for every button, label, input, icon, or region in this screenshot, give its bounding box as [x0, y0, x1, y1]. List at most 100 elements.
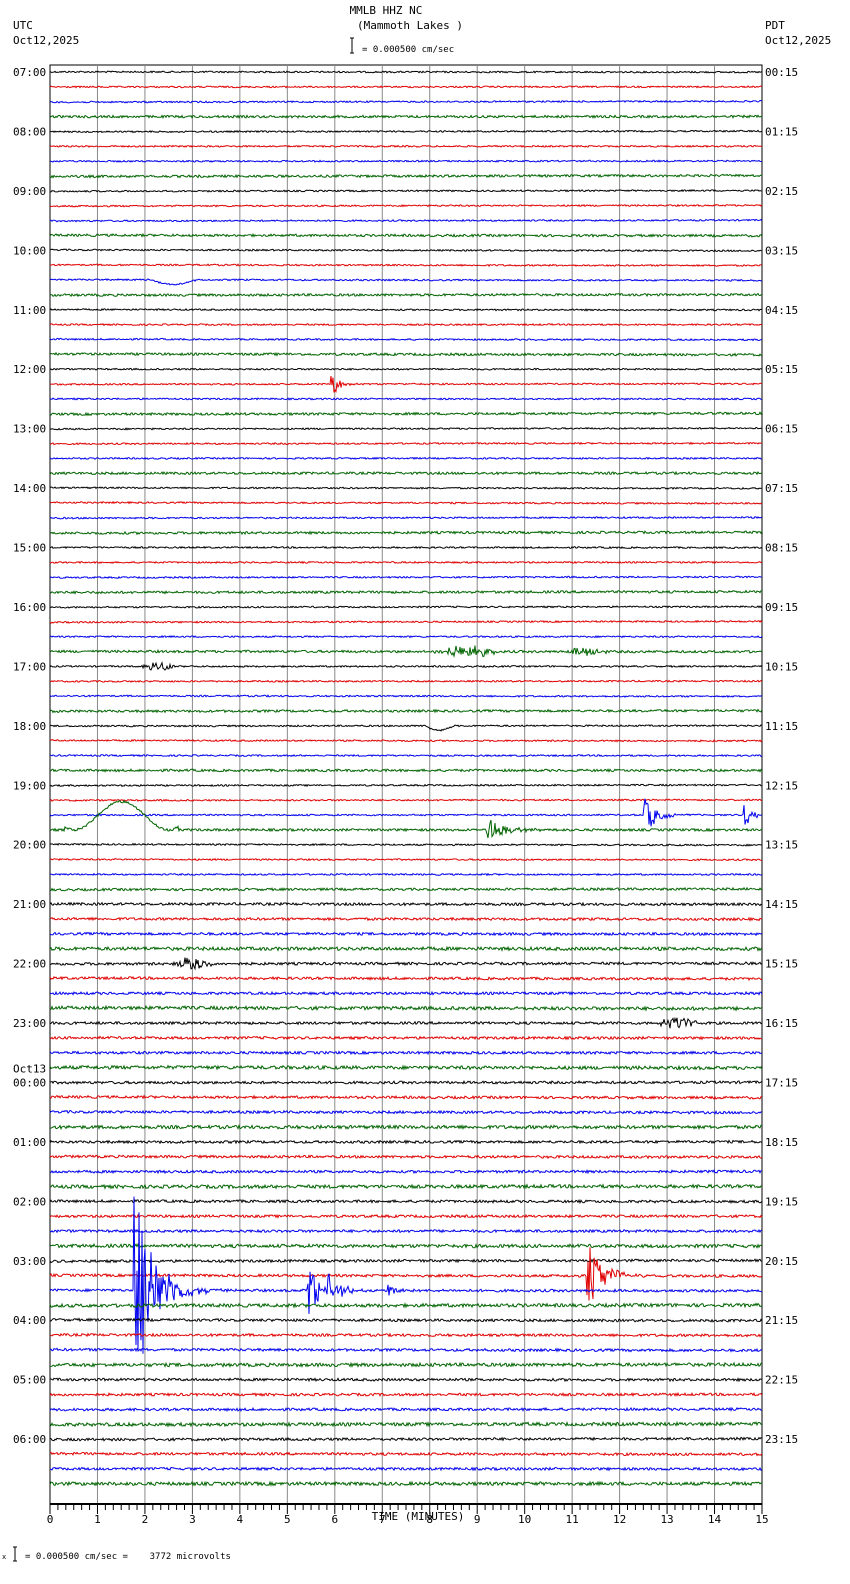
- utc-hour-label: 12:00: [13, 363, 46, 376]
- seismic-trace: [49, 1317, 763, 1323]
- seismic-trace: [49, 292, 763, 298]
- seismic-trace: [49, 799, 763, 839]
- seismic-trace: [49, 1466, 763, 1472]
- seismic-trace: [49, 645, 763, 658]
- seismic-trace: [49, 872, 763, 877]
- seismic-trace: [49, 376, 763, 393]
- utc-hour-label: 09:00: [13, 185, 46, 198]
- seismic-trace: [49, 1406, 762, 1413]
- seismic-trace: [49, 232, 763, 238]
- pdt-hour-label: 16:15: [765, 1017, 798, 1030]
- seismic-trace: [49, 589, 762, 595]
- utc-hour-label: 22:00: [13, 958, 46, 971]
- utc-hour-label: 16:00: [13, 601, 46, 614]
- utc-hour-label: 10:00: [13, 244, 46, 257]
- date-change-label: Oct13: [13, 1062, 46, 1075]
- pdt-hour-label: 05:15: [765, 363, 798, 376]
- utc-hour-label: 18:00: [13, 720, 46, 733]
- station-title: MMLB HHZ NC: [350, 4, 423, 17]
- seismic-trace: [49, 1213, 763, 1219]
- seismic-trace: [49, 1391, 763, 1398]
- seismic-trace: [49, 1332, 763, 1338]
- seismic-trace: [49, 1347, 763, 1353]
- seismic-trace: [49, 886, 763, 892]
- seismic-trace: [49, 1109, 763, 1115]
- utc-hour-label: 04:00: [13, 1314, 46, 1327]
- pdt-hour-label: 02:15: [765, 185, 798, 198]
- scale-label: = 0.000500 cm/sec: [362, 45, 454, 55]
- utc-hour-label: 15:00: [13, 542, 46, 555]
- seismic-trace: [49, 916, 763, 922]
- x-tick-label: 4: [237, 1513, 244, 1526]
- seismic-trace: [49, 1480, 763, 1487]
- seismic-trace: [49, 724, 763, 732]
- utc-hour-label: 07:00: [13, 66, 46, 79]
- seismic-trace: [49, 635, 763, 639]
- seismic-trace: [49, 1050, 763, 1056]
- seismic-trace: [49, 661, 763, 671]
- seismic-trace: [49, 679, 763, 683]
- seismic-trace: [49, 1016, 763, 1029]
- right-timezone: PDT: [765, 19, 785, 32]
- seismic-trace: [49, 708, 763, 714]
- seismic-trace: [49, 441, 762, 446]
- seismic-trace: [49, 901, 763, 907]
- seismic-trace: [49, 159, 762, 163]
- x-tick-label: 6: [331, 1513, 338, 1526]
- utc-hour-label: 21:00: [13, 898, 46, 911]
- seismic-trace: [49, 129, 763, 134]
- scale-bar-icon: [350, 37, 354, 54]
- seismic-trace: [49, 1242, 763, 1249]
- x-tick-label: 1: [94, 1513, 101, 1526]
- x-tick-label: 11: [566, 1513, 579, 1526]
- seismic-trace: [49, 753, 763, 758]
- x-tick-label: 5: [284, 1513, 291, 1526]
- seismic-trace: [49, 990, 763, 996]
- footer-scale-prefix: x: [2, 1553, 6, 1561]
- pdt-hour-label: 20:15: [765, 1255, 798, 1268]
- seismic-trace: [49, 1123, 763, 1131]
- seismic-trace: [49, 1258, 763, 1264]
- pdt-hour-label: 01:15: [765, 125, 798, 138]
- x-tick-label: 10: [518, 1513, 531, 1526]
- x-axis-label: TIME (MINUTES): [372, 1510, 465, 1523]
- pdt-hour-label: 12:15: [765, 779, 798, 792]
- utc-hour-label: 01:00: [13, 1136, 46, 1149]
- pdt-hour-label: 03:15: [765, 244, 798, 257]
- seismic-trace: [49, 931, 763, 937]
- footer-scale-bar-icon: [13, 1546, 17, 1562]
- utc-hour-label: 14:00: [13, 482, 46, 495]
- seismic-trace: [49, 530, 763, 536]
- seismic-trace: [49, 1183, 763, 1190]
- seismic-trace: [49, 619, 763, 624]
- pdt-hour-label: 19:15: [765, 1195, 798, 1208]
- seismic-trace: [49, 351, 763, 357]
- seismic-trace: [49, 397, 763, 401]
- seismic-trace: [49, 99, 763, 104]
- seismic-trace: [49, 85, 763, 89]
- pdt-hour-label: 09:15: [765, 601, 798, 614]
- seismic-trace: [49, 218, 763, 223]
- utc-hour-label: 17:00: [13, 660, 46, 673]
- x-tick-label: 13: [660, 1513, 673, 1526]
- seismic-trace: [49, 323, 763, 327]
- seismic-trace: [49, 1079, 763, 1086]
- seismic-trace: [49, 411, 763, 417]
- left-timezone: UTC: [13, 19, 33, 32]
- utc-hour-label: 08:00: [13, 125, 46, 138]
- footer-scale-label: = 0.000500 cm/sec = 3772 microvolts: [25, 1552, 231, 1562]
- seismic-trace: [49, 1228, 762, 1234]
- seismic-trace: [49, 798, 763, 827]
- pdt-hour-label: 13:15: [765, 839, 798, 852]
- seismic-trace: [49, 1139, 763, 1145]
- seismic-trace: [49, 308, 763, 312]
- pdt-hour-label: 10:15: [765, 660, 798, 673]
- pdt-hour-label: 18:15: [765, 1136, 798, 1149]
- pdt-hour-label: 23:15: [765, 1433, 798, 1446]
- seismic-trace: [49, 337, 763, 342]
- seismic-trace: [49, 1451, 763, 1457]
- pdt-hour-label: 14:15: [765, 898, 798, 911]
- seismic-trace: [49, 144, 763, 148]
- seismic-trace: [49, 367, 763, 371]
- helicorder-chart: MMLB HHZ NC (Mammoth Lakes ) UTC Oct12,2…: [2, 4, 831, 1562]
